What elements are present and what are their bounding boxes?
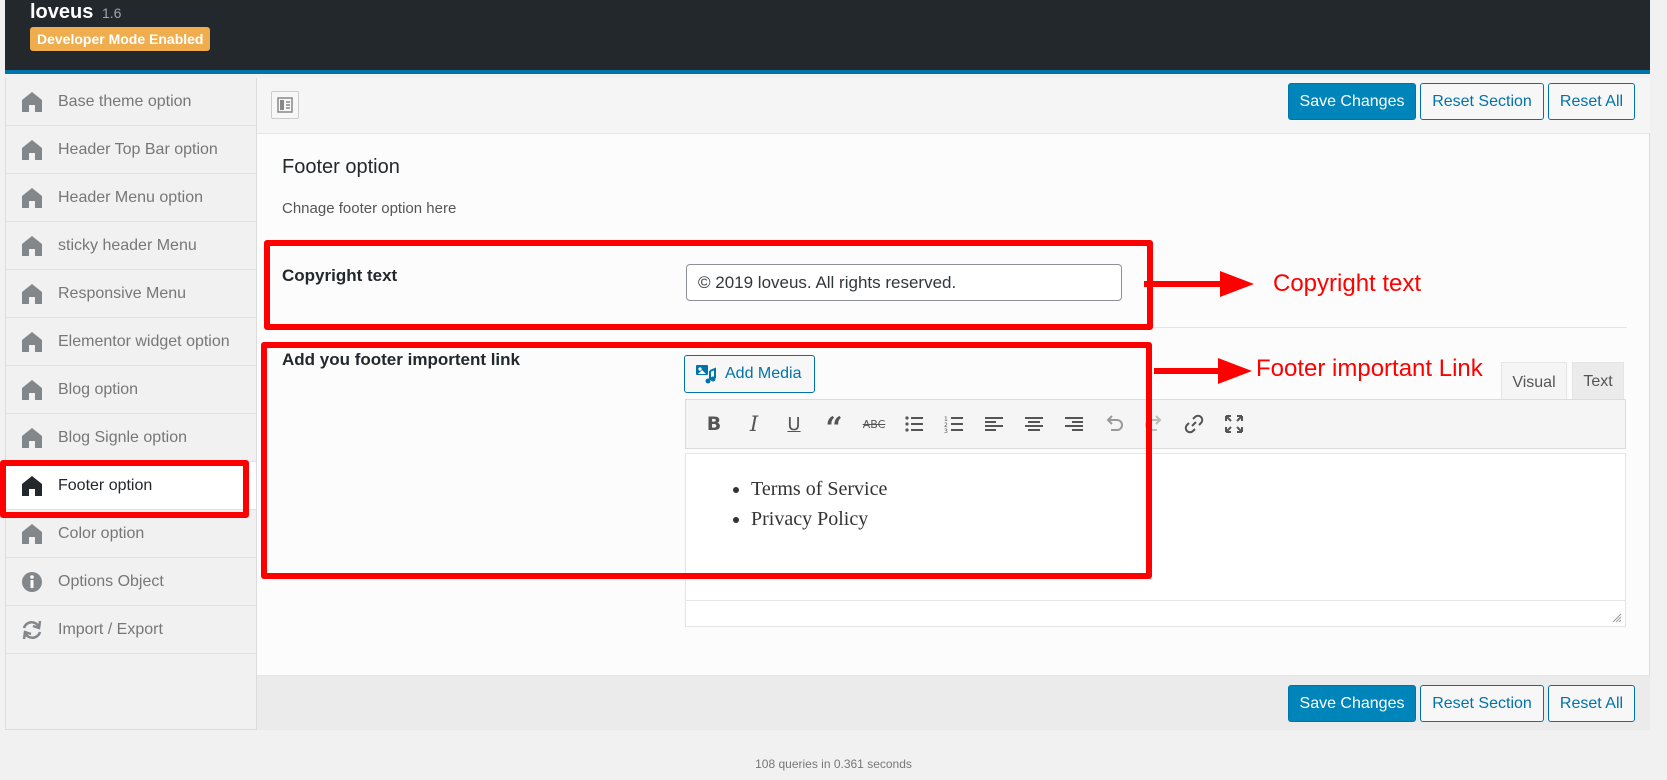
save-changes-button[interactable]: Save Changes: [1288, 685, 1416, 722]
home-icon: [21, 427, 43, 449]
home-icon: [21, 187, 43, 209]
app-title: loveus: [30, 1, 94, 23]
sidebar-item-label: Blog option: [58, 380, 139, 398]
annotation-label-links: Footer important Link: [1256, 355, 1483, 382]
top-action-bar: Save Changes Reset Section Reset All: [257, 78, 1650, 134]
annotation-label-copyright: Copyright text: [1273, 270, 1422, 297]
section-description: Chnage footer option here: [282, 200, 457, 217]
link-icon[interactable]: [1174, 404, 1214, 444]
options-header: loveus 1.6 Developer Mode Enabled: [5, 0, 1650, 74]
tab-text[interactable]: Text: [1572, 362, 1624, 402]
home-icon: [21, 139, 43, 161]
sidebar-item-blog-option[interactable]: Blog option: [6, 366, 256, 414]
bottom-action-bar: Save Changes Reset Section Reset All: [257, 675, 1650, 730]
sidebar-item-label: Base theme option: [58, 92, 192, 110]
reset-section-button[interactable]: Reset Section: [1420, 83, 1544, 120]
annotation-box-sidebar: [0, 460, 249, 518]
sidebar-item-label: Options Object: [58, 572, 164, 590]
editor-statusbar: [685, 601, 1626, 627]
home-icon: [21, 235, 43, 257]
expand-icon: [277, 97, 293, 113]
sidebar-item-header-menu-option[interactable]: Header Menu option: [6, 174, 256, 222]
sidebar-item-import-export[interactable]: Import / Export: [6, 606, 256, 654]
annotation-box-copyright: [264, 240, 1153, 330]
sidebar-item-options-object[interactable]: Options Object: [6, 558, 256, 606]
sidebar-item-label: Color option: [58, 524, 145, 542]
sidebar-item-label: Header Menu option: [58, 188, 203, 206]
reset-all-button[interactable]: Reset All: [1548, 83, 1635, 120]
home-icon: [21, 283, 43, 305]
sidebar-item-elementor-widget-option[interactable]: Elementor widget option: [6, 318, 256, 366]
options-sidebar: Base theme option Header Top Bar option He…: [5, 78, 257, 730]
info-icon: [21, 571, 43, 593]
reset-all-button[interactable]: Reset All: [1548, 685, 1635, 722]
home-icon: [21, 331, 43, 353]
home-icon: [21, 523, 43, 545]
sidebar-item-label: Elementor widget option: [58, 332, 230, 350]
annotation-arrow-copyright: [1144, 271, 1254, 297]
page: loveus 1.6 Developer Mode Enabled Base t…: [0, 0, 1667, 780]
sidebar-item-sticky-header-menu[interactable]: sticky header Menu: [6, 222, 256, 270]
sidebar-item-label: Responsive Menu: [58, 284, 187, 302]
fullscreen-icon[interactable]: [1214, 404, 1254, 444]
app-version: 1.6: [102, 5, 122, 21]
sidebar-item-label: Header Top Bar option: [58, 140, 218, 158]
reset-section-button[interactable]: Reset Section: [1420, 685, 1544, 722]
sidebar-item-base-theme-option[interactable]: Base theme option: [6, 78, 256, 126]
tab-visual[interactable]: Visual: [1501, 362, 1567, 402]
sidebar-item-header-top-bar-option[interactable]: Header Top Bar option: [6, 126, 256, 174]
sidebar-item-label: sticky header Menu: [58, 236, 197, 254]
resize-handle-icon[interactable]: [1612, 613, 1622, 623]
section-title: Footer option: [282, 156, 400, 178]
refresh-icon: [21, 619, 43, 641]
save-changes-button[interactable]: Save Changes: [1288, 83, 1416, 120]
home-icon: [21, 91, 43, 113]
expand-options-button[interactable]: [271, 91, 299, 119]
sidebar-item-responsive-menu[interactable]: Responsive Menu: [6, 270, 256, 318]
sidebar-item-label: Import / Export: [58, 620, 163, 638]
sidebar-item-label: Blog Signle option: [58, 428, 187, 446]
wp-footer-stats: 108 queries in 0.361 seconds: [755, 757, 912, 771]
sidebar-item-blog-signle-option[interactable]: Blog Signle option: [6, 414, 256, 462]
annotation-arrow-links: [1154, 358, 1252, 384]
home-icon: [21, 379, 43, 401]
developer-mode-badge: Developer Mode Enabled: [30, 27, 211, 51]
page-edge: [1650, 0, 1667, 780]
annotation-box-links: [261, 342, 1152, 579]
